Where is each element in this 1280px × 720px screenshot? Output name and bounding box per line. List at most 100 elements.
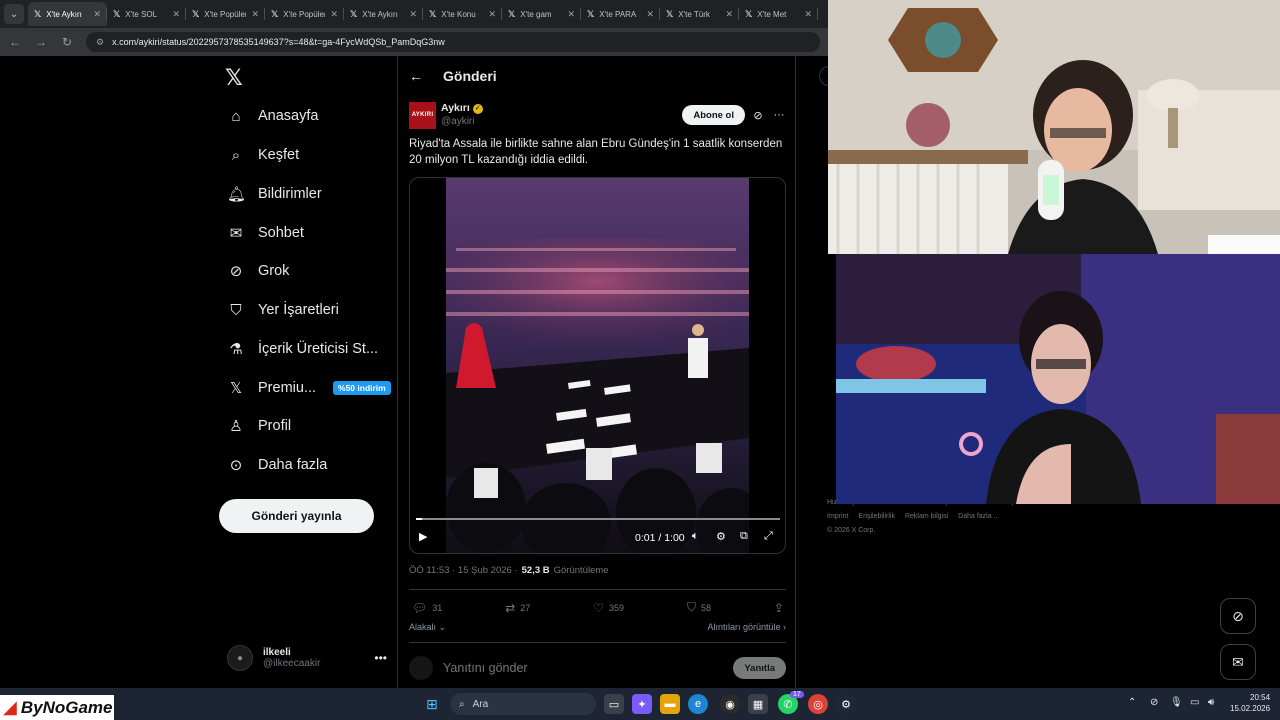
- reload-icon[interactable]: ↻: [60, 35, 74, 49]
- x-favicon-icon: 𝕏: [666, 8, 674, 19]
- tab-title: X'te Popüler: [204, 9, 247, 19]
- account-switcher[interactable]: ● ilkeeli @ilkeecaakir •••: [227, 641, 387, 675]
- follow-button[interactable]: Abone ol: [682, 105, 745, 125]
- post-timestamp[interactable]: ÖÖ 11:53 · 15 Şub 2026 ·: [409, 565, 518, 576]
- share-button[interactable]: ⇪: [774, 600, 784, 615]
- close-icon[interactable]: ✕: [409, 9, 417, 20]
- system-clock[interactable]: 20:54 15.02.2026: [1230, 692, 1270, 714]
- file-explorer-icon[interactable]: ▬: [660, 694, 680, 714]
- edge-icon[interactable]: e: [688, 694, 708, 714]
- chrome-icon[interactable]: ◎: [808, 694, 828, 714]
- messages-icon[interactable]: ✉: [1220, 644, 1256, 680]
- footer-link[interactable]: Erişilebilirlik: [858, 513, 895, 520]
- browser-tab[interactable]: 𝕏 X'te gam ✕: [502, 2, 581, 26]
- browser-tab[interactable]: 𝕏 X'te Türk ✕: [660, 2, 739, 26]
- views-label: Görüntüleme: [553, 565, 609, 576]
- sort-dropdown[interactable]: Alakalı ⌄: [409, 622, 446, 633]
- close-icon[interactable]: ✕: [804, 9, 812, 20]
- chevron-right-icon: ›: [783, 622, 786, 632]
- sidebar-item-home[interactable]: ⌂ Anasayfa: [227, 101, 318, 131]
- x-favicon-icon: 𝕏: [34, 8, 42, 19]
- address-bar[interactable]: ⚙ x.com/aykiri/status/202295737853514963…: [86, 32, 820, 52]
- microphone-icon[interactable]: 🎙︎: [1170, 697, 1183, 708]
- sidebar-item-mail[interactable]: ✉ Sohbet: [227, 218, 304, 248]
- task-view-icon[interactable]: ▭: [604, 694, 624, 714]
- grok-icon[interactable]: ⊘: [750, 109, 766, 122]
- volume-icon[interactable]: 🔊︎: [1208, 697, 1214, 708]
- grok-icon[interactable]: ⊘: [1220, 598, 1256, 634]
- back-arrow-icon[interactable]: ←: [409, 68, 423, 84]
- browser-tab[interactable]: 𝕏 X'te PARA ✕: [581, 2, 660, 26]
- close-icon[interactable]: ✕: [251, 9, 259, 20]
- steam-icon[interactable]: ⚙: [836, 694, 856, 714]
- browser-tab[interactable]: 𝕏 X'te Aykırı ✕: [28, 2, 107, 26]
- close-icon[interactable]: ✕: [488, 9, 496, 20]
- play-icon[interactable]: ▶: [419, 530, 427, 543]
- x-favicon-icon: 𝕏: [429, 8, 437, 19]
- footer-link[interactable]: Reklam bilgisi: [905, 513, 948, 520]
- repost-button[interactable]: ⇄ 27: [505, 600, 530, 615]
- more-circle-icon: ⊙: [229, 457, 243, 474]
- wifi-off-icon[interactable]: ⊘: [1150, 697, 1158, 708]
- chevron-up-icon[interactable]: ⌃: [1128, 697, 1136, 708]
- author-handle[interactable]: @aykiri: [441, 115, 677, 128]
- forward-arrow-icon[interactable]: →: [34, 35, 48, 49]
- browser-tab[interactable]: 𝕏 X'te Met ✕: [739, 2, 818, 26]
- close-icon[interactable]: ✕: [646, 9, 654, 20]
- browser-tab[interactable]: 𝕏 X'te Konu ✕: [423, 2, 502, 26]
- close-icon[interactable]: ✕: [93, 9, 101, 20]
- browser-tab[interactable]: 𝕏 X'te SOL ✕: [107, 2, 186, 26]
- share-icon: ⇪: [773, 600, 784, 615]
- back-arrow-icon[interactable]: ←: [8, 35, 22, 49]
- author-avatar[interactable]: AYKIRI: [409, 101, 436, 129]
- settings-gear-icon[interactable]: ⚙: [716, 530, 726, 543]
- close-icon[interactable]: ✕: [172, 9, 180, 20]
- taskbar-search[interactable]: ⌕ Ara: [450, 693, 596, 715]
- sidebar-item-flask[interactable]: ⚗ İçerik Üreticisi St...: [227, 334, 378, 364]
- sidebar-item-search[interactable]: ⌕ Keşfet: [227, 140, 299, 170]
- reply-button[interactable]: 💬︎ 31: [412, 600, 442, 615]
- search-icon: ⌕: [231, 146, 241, 164]
- network-icon[interactable]: ▭: [1190, 697, 1199, 708]
- tab-search-menu-icon[interactable]: ⌄: [4, 4, 24, 24]
- windows-start-icon[interactable]: ⊞: [426, 696, 438, 713]
- browser-tab[interactable]: 𝕏 X'te Popüler ✕: [265, 2, 344, 26]
- view-quotes-link[interactable]: Alıntıları görüntüle ›: [707, 622, 786, 633]
- more-dots-icon[interactable]: •••: [374, 651, 387, 665]
- copilot-icon[interactable]: ✦: [632, 694, 652, 714]
- sidebar-item-bookmark[interactable]: ⛉ Yer İşaretleri: [227, 295, 339, 325]
- more-dots-icon[interactable]: ···: [771, 109, 787, 121]
- video-frame[interactable]: [446, 178, 749, 553]
- footer-link[interactable]: Imprint: [827, 513, 848, 520]
- author-name[interactable]: Aykırı: [441, 102, 470, 115]
- store-icon[interactable]: ▦: [748, 694, 768, 714]
- verified-badge-icon: ✓: [472, 103, 483, 114]
- sidebar-item-profile[interactable]: ♙ Profil: [227, 411, 291, 441]
- sidebar-item-more-circle[interactable]: ⊙ Daha fazla: [227, 450, 328, 480]
- footer-link[interactable]: Daha fazla ...: [958, 513, 999, 520]
- bell-icon: 🔔︎: [227, 186, 247, 203]
- video-player[interactable]: ▶ 0:01 / 1:00 🔈︎ ⚙ ⧉ ⤢: [409, 177, 786, 554]
- fullscreen-icon[interactable]: ⤢: [764, 530, 773, 543]
- post-button[interactable]: Gönderi yayınla: [219, 499, 374, 533]
- close-icon[interactable]: ✕: [330, 9, 338, 20]
- bookmark-button[interactable]: ⛉ 58: [687, 600, 711, 615]
- tab-title: X'te SOL: [125, 9, 158, 19]
- browser-tab[interactable]: 𝕏 X'te Aykırı ✕: [344, 2, 423, 26]
- site-info-icon[interactable]: ⚙: [96, 37, 104, 48]
- bookmark-count: 58: [700, 602, 711, 613]
- video-progress-bar[interactable]: [416, 518, 780, 520]
- like-button[interactable]: ♡ 359: [593, 600, 624, 615]
- volume-icon[interactable]: 🔈︎: [692, 530, 699, 543]
- sidebar-item-bell[interactable]: 🔔︎ Bildirimler: [227, 179, 322, 209]
- browser-tab[interactable]: 𝕏 X'te Popüler ✕: [186, 2, 265, 26]
- picture-in-picture-icon[interactable]: ⧉: [740, 530, 748, 543]
- app-icon[interactable]: ◉: [720, 694, 740, 714]
- x-logo-icon[interactable]: 𝕏: [225, 65, 243, 91]
- reply-input[interactable]: Yanıtını gönder: [443, 661, 723, 675]
- reply-submit-button[interactable]: Yanıtla: [733, 657, 786, 679]
- close-icon[interactable]: ✕: [567, 9, 575, 20]
- sidebar-item-grok[interactable]: ⊘ Grok: [227, 256, 290, 286]
- sidebar-item-premium-x[interactable]: 𝕏 Premiu... %50 indirim: [227, 373, 391, 403]
- close-icon[interactable]: ✕: [725, 9, 733, 20]
